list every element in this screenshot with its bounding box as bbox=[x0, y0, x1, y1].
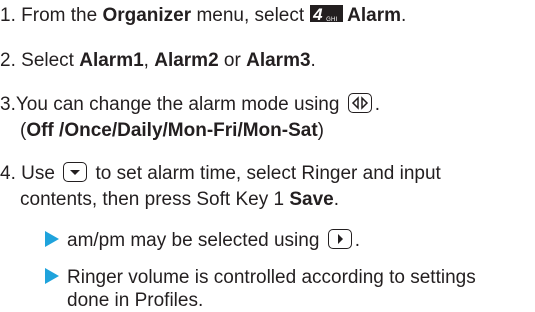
menu-item-name: Alarm bbox=[347, 5, 402, 26]
note-text: am/pm may be selected using bbox=[67, 230, 320, 251]
triangle-bullet-icon bbox=[45, 230, 59, 247]
note-1: am/pm may be selected using . bbox=[45, 228, 360, 252]
step-text: Select bbox=[21, 50, 74, 71]
step-number: 3. bbox=[0, 94, 16, 115]
step-text: Use bbox=[21, 163, 55, 184]
step-number: 1. bbox=[0, 5, 16, 26]
step-text: From the bbox=[21, 5, 98, 26]
menu-name: Organizer bbox=[102, 5, 192, 26]
step-1: 1. From the Organizer menu, select 4 GHI Al… bbox=[0, 5, 407, 26]
step-4: 4. Use to set alarm time, select Ringer … bbox=[0, 161, 441, 185]
alarm2-name: Alarm2 bbox=[154, 50, 219, 71]
step-text: to set alarm time, select Ringer and inp… bbox=[95, 163, 441, 184]
alarm1-name: Alarm1 bbox=[79, 50, 144, 71]
step-text: You can change the alarm mode using bbox=[15, 94, 340, 115]
step-2: 2. Select Alarm1, Alarm2 or Alarm3. bbox=[0, 50, 316, 71]
step-4-continued: contents, then press Soft Key 1 Save. bbox=[20, 189, 339, 210]
navigation-down-key-icon bbox=[63, 161, 88, 182]
note-2: Ringer volume is controlled according to… bbox=[45, 267, 476, 289]
step-3: 3.You can change the alarm mode using . bbox=[0, 92, 380, 115]
step-number: 4. bbox=[0, 163, 16, 184]
keypad-4-ghi-icon: 4 GHI bbox=[310, 5, 344, 24]
step-number: 2. bbox=[0, 50, 16, 71]
save-label: Save bbox=[289, 189, 334, 210]
step-text: menu, select bbox=[196, 5, 305, 26]
note-text: Ringer volume is controlled according to… bbox=[67, 267, 476, 288]
alarm-modes-line: (Off /Once/Daily/Mon-Fri/Mon-Sat) bbox=[20, 120, 324, 141]
alarm-modes: Off /Once/Daily/Mon-Fri/Mon-Sat bbox=[26, 120, 318, 141]
navigation-left-right-key-icon bbox=[347, 92, 372, 113]
alarm3-name: Alarm3 bbox=[246, 50, 311, 71]
navigation-right-key-icon bbox=[327, 228, 352, 249]
triangle-bullet-icon bbox=[45, 267, 59, 284]
